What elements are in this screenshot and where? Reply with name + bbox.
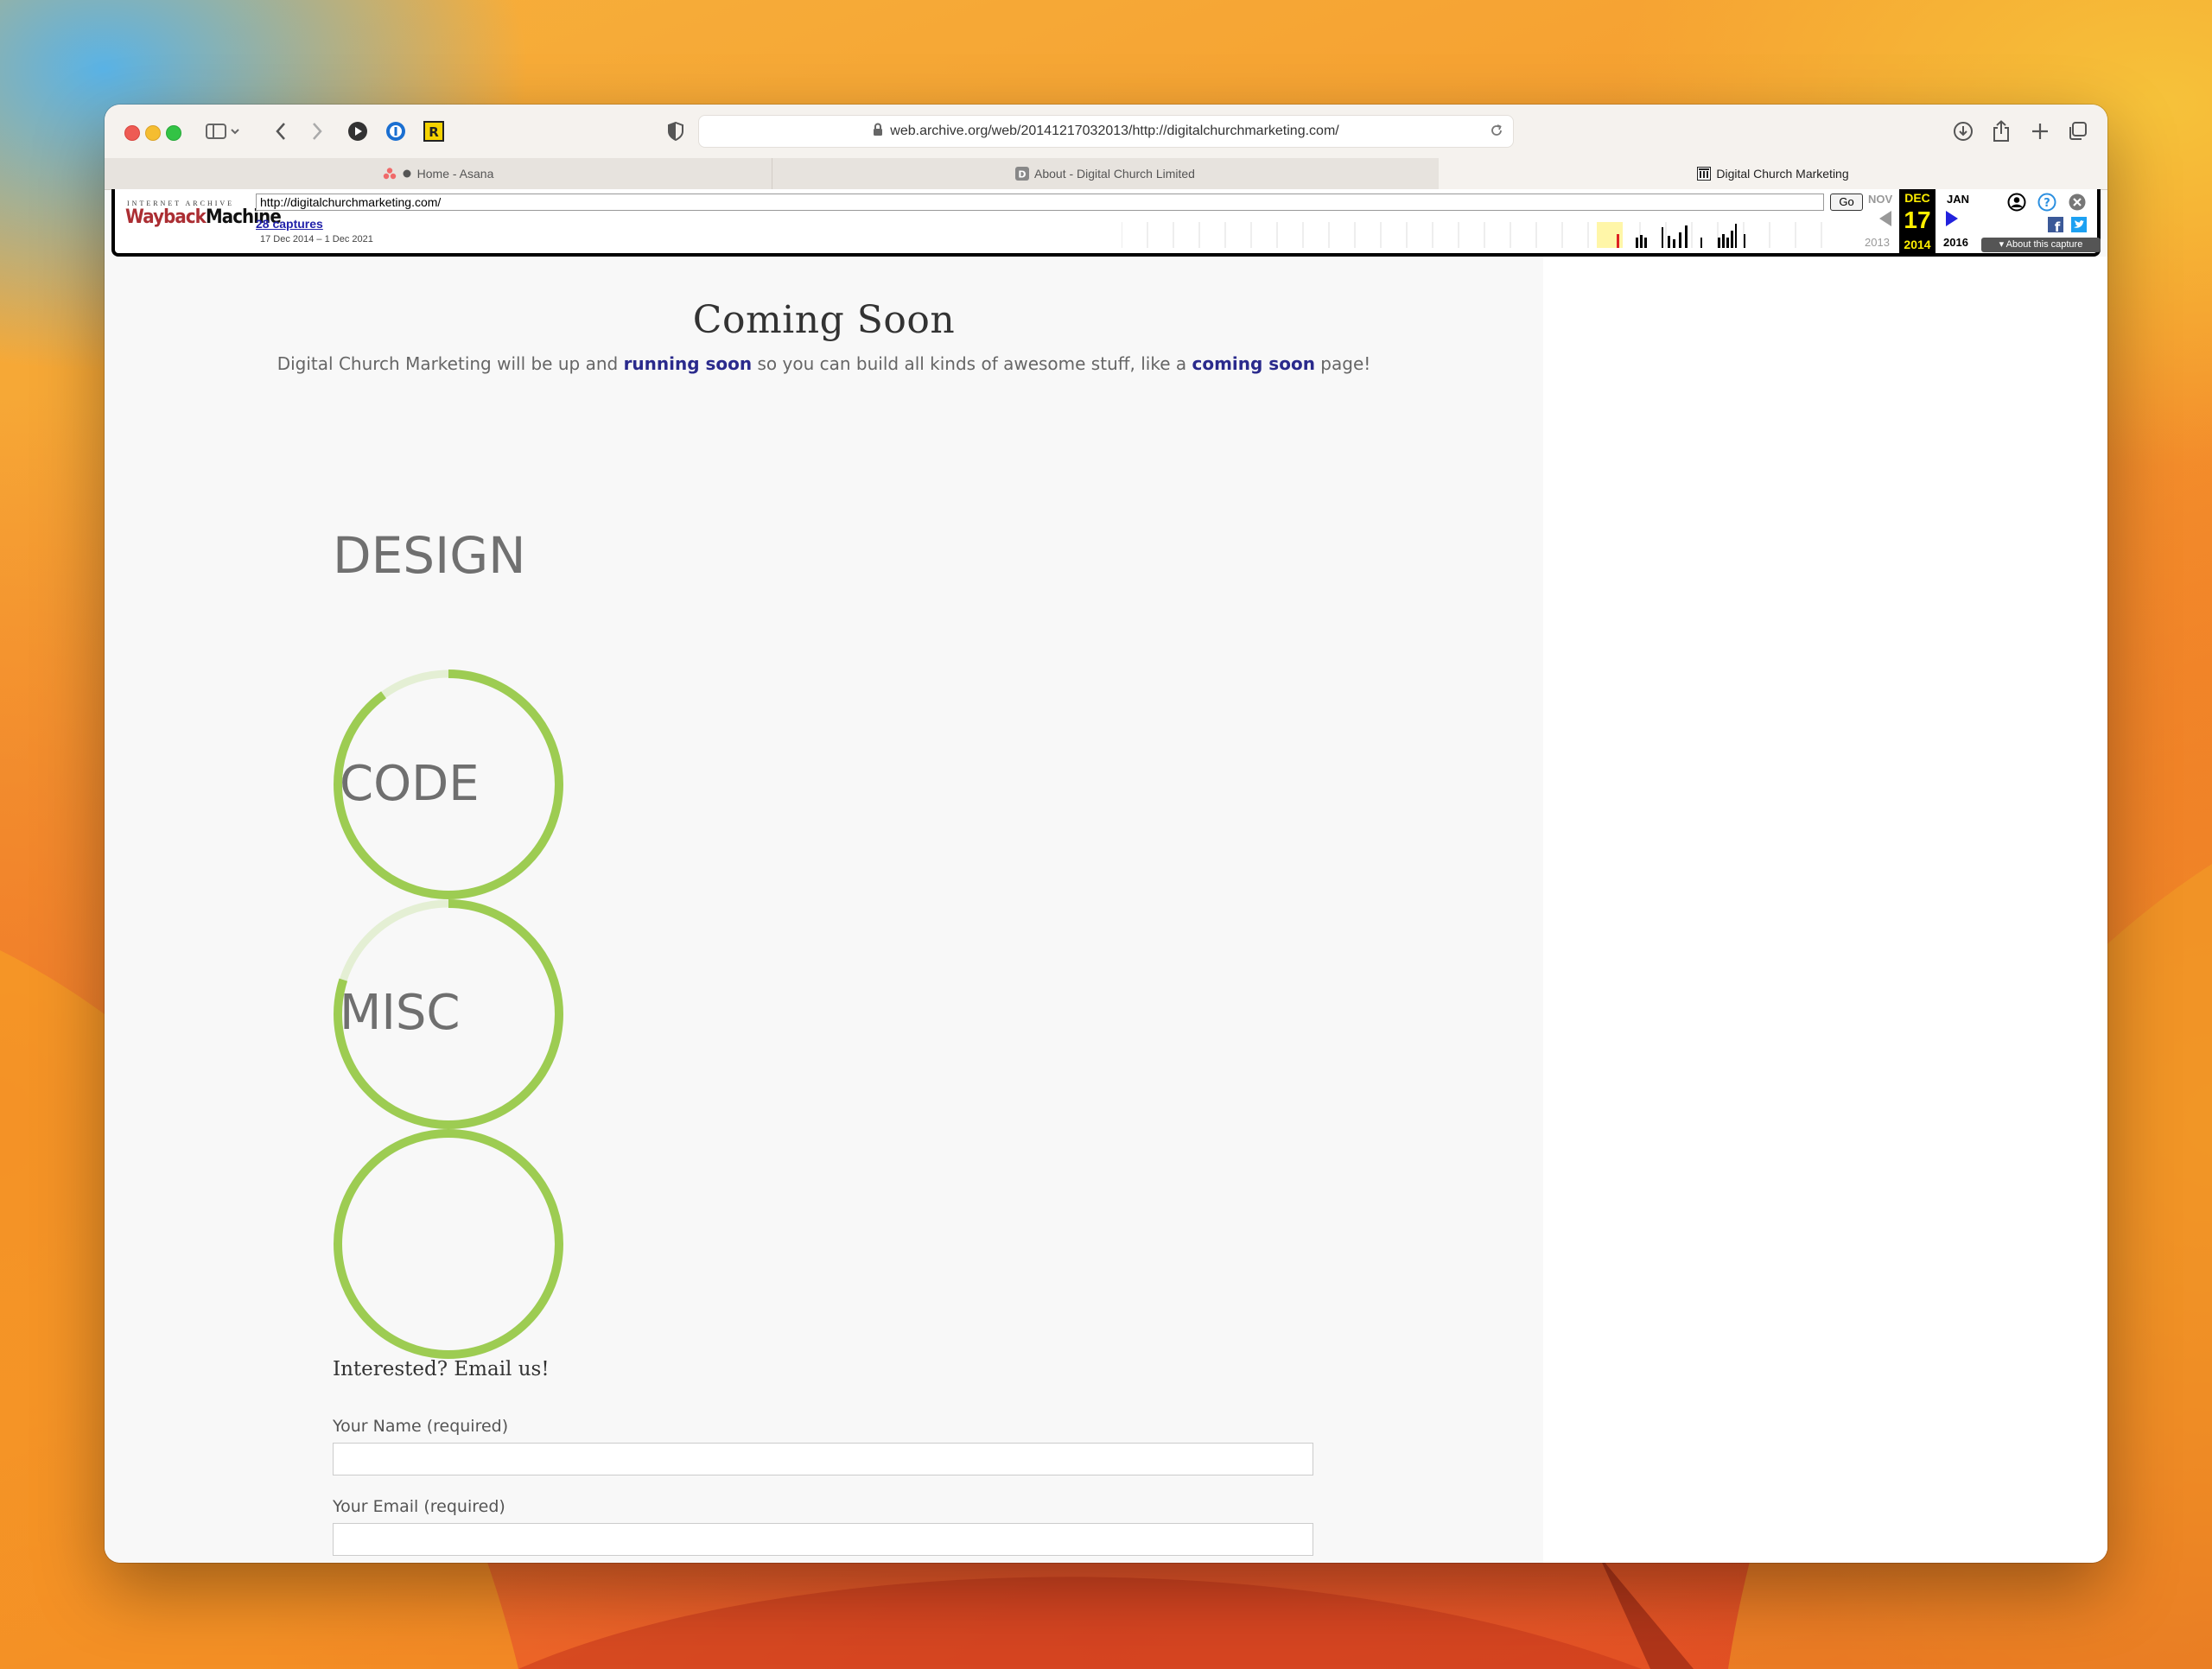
skill-design-label: DESIGN [333, 526, 526, 585]
about-capture-button[interactable]: ▾ About this capture [1981, 238, 2101, 252]
minimize-window-button[interactable] [145, 125, 161, 141]
ring-progress-arc [334, 1129, 563, 1359]
sidebar-toggle-icon[interactable] [204, 118, 242, 144]
archive-icon [1697, 167, 1712, 181]
caret-down-icon: ▾ [1999, 239, 2005, 250]
svg-text:f: f [2055, 219, 2061, 232]
name-field[interactable] [333, 1443, 1313, 1475]
tab-about-digital-church[interactable]: D About - Digital Church Limited [772, 158, 1440, 189]
running-soon-link[interactable]: running soon [624, 353, 753, 374]
page-content [105, 257, 1543, 1563]
prev-capture-arrow-icon[interactable] [1878, 210, 1893, 232]
close-wayback-icon[interactable] [2068, 193, 2087, 216]
tab-label: Home - Asana [416, 167, 494, 181]
capture-sparkline[interactable] [1122, 222, 1856, 248]
name-field-label: Your Name (required) [333, 1417, 509, 1436]
captures-link[interactable]: 28 captures [256, 217, 323, 231]
page-subtitle: Digital Church Marketing will be up and … [276, 353, 1371, 374]
browser-window: R web.archive.org/web/20141217032013/htt… [105, 105, 2107, 1563]
skill-code-label: CODE [340, 756, 480, 812]
captures-date-range: 17 Dec 2014 – 1 Dec 2021 [260, 234, 373, 244]
current-capture-date: DEC 17 2014 [1899, 189, 1936, 253]
wayback-machine-logo[interactable]: WaybackMachine [125, 206, 282, 232]
coming-soon-link[interactable]: coming soon [1192, 353, 1315, 374]
tab-home-asana[interactable]: Home - Asana [105, 158, 772, 189]
password-manager-icon[interactable] [383, 118, 409, 144]
skill-misc-label: MISC [340, 985, 461, 1041]
tab-digital-church-marketing[interactable]: Digital Church Marketing [1439, 158, 2107, 189]
asana-icon [383, 167, 397, 181]
privacy-shield-icon[interactable] [663, 118, 689, 144]
playing-dot-icon [402, 167, 412, 181]
skill-ring-third [333, 1128, 564, 1360]
page-right-area [1543, 257, 2107, 1563]
wayback-url-input[interactable]: http://digitalchurchmarketing.com/ [256, 194, 1824, 211]
maximize-window-button[interactable] [166, 125, 181, 141]
new-tab-plus-icon[interactable] [2027, 118, 2053, 144]
wayback-toolbar: INTERNET ARCHIVE WaybackMachine http://d… [111, 189, 2101, 257]
tab-label: About - Digital Church Limited [1034, 167, 1195, 181]
next-year-label[interactable]: 2016 [1943, 236, 1968, 249]
page-title: Coming Soon [692, 298, 956, 342]
address-bar-url: web.archive.org/web/20141217032013/http:… [890, 124, 1339, 138]
reader-extension-icon[interactable]: R [421, 118, 447, 144]
back-arrow-icon[interactable] [269, 118, 293, 144]
browser-toolbar: R web.archive.org/web/20141217032013/htt… [105, 105, 2107, 159]
close-window-button[interactable] [124, 125, 140, 141]
current-month-label: DEC [1904, 191, 1930, 205]
downloads-icon[interactable] [1950, 118, 1976, 144]
d-letter-icon: D [1015, 167, 1029, 181]
help-icon[interactable]: ? [2037, 193, 2056, 216]
twitter-icon[interactable] [2071, 217, 2087, 237]
tab-strip: Home - Asana D About - Digital Church Li… [105, 158, 2107, 190]
next-month-label[interactable]: JAN [1947, 193, 1969, 206]
extension-play-icon[interactable] [345, 118, 371, 144]
tab-label: Digital Church Marketing [1716, 167, 1849, 181]
forward-arrow-icon[interactable] [305, 118, 329, 144]
lock-icon [873, 123, 883, 141]
email-field-label: Your Email (required) [333, 1497, 505, 1516]
svg-text:?: ? [2044, 197, 2050, 210]
contact-heading: Interested? Email us! [333, 1358, 550, 1380]
share-icon[interactable] [1988, 118, 2014, 144]
svg-text:R: R [429, 124, 439, 140]
wayback-go-button[interactable]: Go [1830, 194, 1863, 211]
facebook-icon[interactable]: f [2048, 217, 2063, 237]
user-account-icon[interactable] [2007, 193, 2026, 216]
svg-text:D: D [1018, 169, 1026, 181]
current-year-label: 2014 [1904, 238, 1931, 251]
reload-icon[interactable] [1489, 123, 1504, 143]
email-field[interactable] [333, 1523, 1313, 1556]
prev-month-label[interactable]: NOV [1868, 193, 1892, 206]
tab-overview-icon[interactable] [2064, 118, 2090, 144]
next-capture-arrow-icon[interactable] [1944, 210, 1960, 232]
current-day-label: 17 [1904, 206, 1931, 233]
prev-year-label[interactable]: 2013 [1865, 236, 1890, 249]
address-bar[interactable]: web.archive.org/web/20141217032013/http:… [698, 115, 1514, 148]
